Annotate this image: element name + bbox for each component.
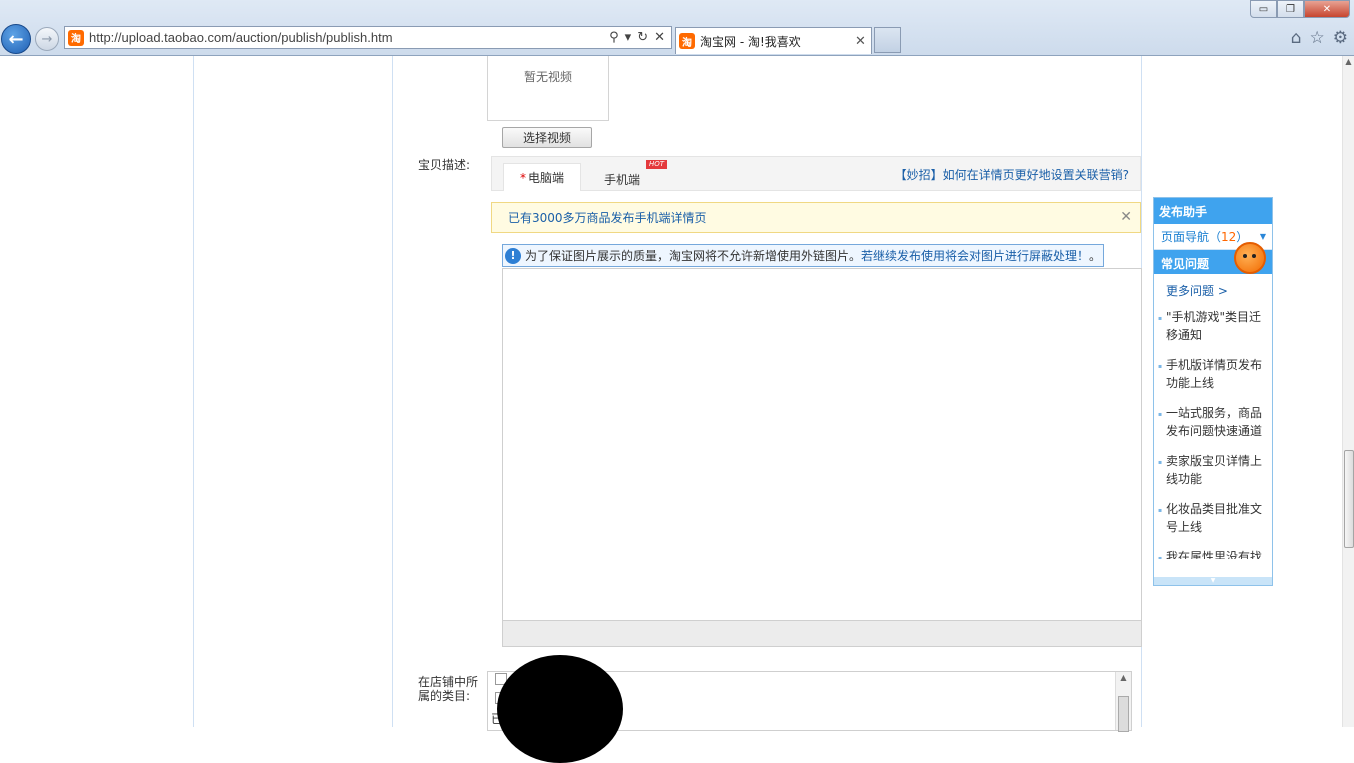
back-button[interactable]: ← — [1, 24, 31, 54]
description-tabs: * 电脑端 手机端 HOT 【妙招】如何在详情页更好地设置关联营销? — [491, 156, 1141, 191]
layout-divider — [193, 56, 194, 727]
faq-item[interactable]: 一站式服务，商品发布问题快速通道 — [1158, 396, 1270, 444]
stop-icon[interactable]: ✕ — [654, 30, 665, 45]
mobile-detail-notice: 已有3000多万商品发布手机端详情页 ✕ — [491, 202, 1141, 233]
video-preview: 暂无视频 — [487, 56, 609, 121]
redaction-mark — [497, 655, 623, 763]
forward-button[interactable]: → — [35, 27, 59, 51]
scroll-up-icon[interactable]: ▲ — [1343, 56, 1354, 68]
close-icon[interactable]: ✕ — [1120, 209, 1132, 225]
window-controls: ▭ ❐ ✕ — [1250, 0, 1350, 18]
mobile-detail-notice-text[interactable]: 已有3000多万商品发布手机端详情页 — [508, 209, 707, 226]
faq-scroll-area: 更多问题 > "手机游戏"类目迁移通知 手机版详情页发布功能上线 一站式服务，商… — [1154, 274, 1272, 559]
faq-item[interactable]: 我在属性里没有找 — [1158, 540, 1270, 559]
mascot-icon — [1234, 242, 1266, 274]
layout-divider — [392, 56, 393, 727]
faq-header: 常见问题 — [1154, 242, 1272, 274]
close-window-button[interactable]: ✕ — [1304, 0, 1350, 18]
category-label: 在店铺中所 属的类目: — [418, 675, 478, 703]
faq-item[interactable]: 手机版详情页发布功能上线 — [1158, 348, 1270, 396]
url-text[interactable]: http://upload.taobao.com/auction/publish… — [89, 30, 609, 45]
faq-list: "手机游戏"类目迁移通知 手机版详情页发布功能上线 一站式服务，商品发布问题快速… — [1154, 300, 1272, 559]
scroll-up-icon[interactable]: ▲ — [1116, 672, 1131, 684]
faq-title: 常见问题 — [1161, 257, 1210, 271]
faq-scroll-down-icon[interactable]: ▼ — [1154, 577, 1272, 585]
back-arrow-icon: ← — [8, 28, 24, 50]
no-video-text: 暂无视频 — [523, 70, 572, 84]
new-tab-button[interactable] — [874, 27, 901, 53]
search-icon[interactable]: ⚲ — [609, 30, 619, 45]
image-quality-notice: ! 为了保证图片展示的质量，淘宝网将不允许新增使用外链图片。 若继续发布使用将会… — [502, 244, 1104, 267]
dropdown-icon[interactable]: ▾ — [625, 30, 632, 45]
marketing-tip-link[interactable]: 【妙招】如何在详情页更好地设置关联营销? — [895, 166, 1129, 183]
page-nav-label: 页面导航（ — [1161, 230, 1222, 244]
maximize-button[interactable]: ❐ — [1277, 0, 1304, 18]
publish-assistant-panel: 发布助手 页面导航（ 12 ） ▼ 常见问题 更多问题 > "手机游戏"类目迁移… — [1153, 197, 1273, 586]
category-label-line1: 在店铺中所 — [418, 675, 479, 689]
settings-gear-icon[interactable]: ⚙ — [1333, 28, 1348, 48]
category-scrollbar[interactable]: ▲ — [1115, 672, 1131, 732]
refresh-icon[interactable]: ↻ — [637, 30, 648, 45]
browser-toolbar-icons: ⌂ ☆ ⚙ — [1291, 28, 1348, 48]
category-label-line2: 属的类目: — [418, 689, 471, 703]
home-icon[interactable]: ⌂ — [1291, 28, 1302, 48]
description-editor[interactable] — [502, 268, 1142, 621]
tab-pc[interactable]: * 电脑端 — [503, 163, 581, 191]
more-questions-link[interactable]: 更多问题 > — [1154, 274, 1272, 300]
minimize-button[interactable]: ▭ — [1250, 0, 1277, 18]
description-label: 宝贝描述: — [418, 158, 471, 172]
select-video-button[interactable]: 选择视频 — [502, 127, 592, 148]
tab-title: 淘宝网 - 淘!我喜欢 — [700, 34, 801, 49]
forward-arrow-icon: → — [41, 31, 53, 47]
assistant-title: 发布助手 — [1154, 198, 1272, 224]
chevron-down-icon[interactable]: ▼ — [1260, 232, 1266, 241]
faq-item[interactable]: 卖家版宝贝详情上线功能 — [1158, 444, 1270, 492]
notice-text: 为了保证图片展示的质量，淘宝网将不允许新增使用外链图片。 — [525, 249, 862, 263]
page-content: 暂无视频 选择视频 宝贝描述: * 电脑端 手机端 HOT 【妙招】如何在详情页… — [0, 56, 1342, 763]
tab-favicon-icon: 淘 — [679, 33, 695, 49]
editor-status-bar — [502, 620, 1142, 647]
page-nav-count: 12 — [1221, 229, 1237, 244]
page-scrollbar[interactable]: ▲ — [1342, 56, 1354, 727]
tab-close-icon[interactable]: ✕ — [855, 34, 871, 49]
taobao-favicon-icon: 淘 — [68, 29, 84, 46]
required-mark: * — [519, 170, 526, 185]
notice-suffix: 。 — [1089, 249, 1102, 263]
browser-chrome: ▭ ❐ ✕ ← → 淘 http://upload.taobao.com/auc… — [0, 0, 1354, 56]
faq-item[interactable]: "手机游戏"类目迁移通知 — [1158, 300, 1270, 348]
address-bar[interactable]: 淘 http://upload.taobao.com/auction/publi… — [64, 26, 672, 49]
page-scroll-thumb[interactable] — [1344, 450, 1354, 548]
browser-tab[interactable]: 淘 淘宝网 - 淘!我喜欢 ✕ — [675, 27, 872, 54]
faq-item[interactable]: 化妆品类目批准文号上线 — [1158, 492, 1270, 540]
address-bar-actions: ⚲ ▾ ↻ ✕ — [609, 30, 671, 45]
tab-pc-label: 电脑端 — [527, 171, 564, 185]
info-icon: ! — [505, 247, 521, 264]
tab-mobile[interactable]: 手机端 — [604, 171, 640, 188]
notice-warning-text: 若继续发布使用将会对图片进行屏蔽处理！ — [861, 249, 1090, 263]
favorites-star-icon[interactable]: ☆ — [1310, 28, 1325, 48]
hot-badge: HOT — [646, 160, 668, 169]
